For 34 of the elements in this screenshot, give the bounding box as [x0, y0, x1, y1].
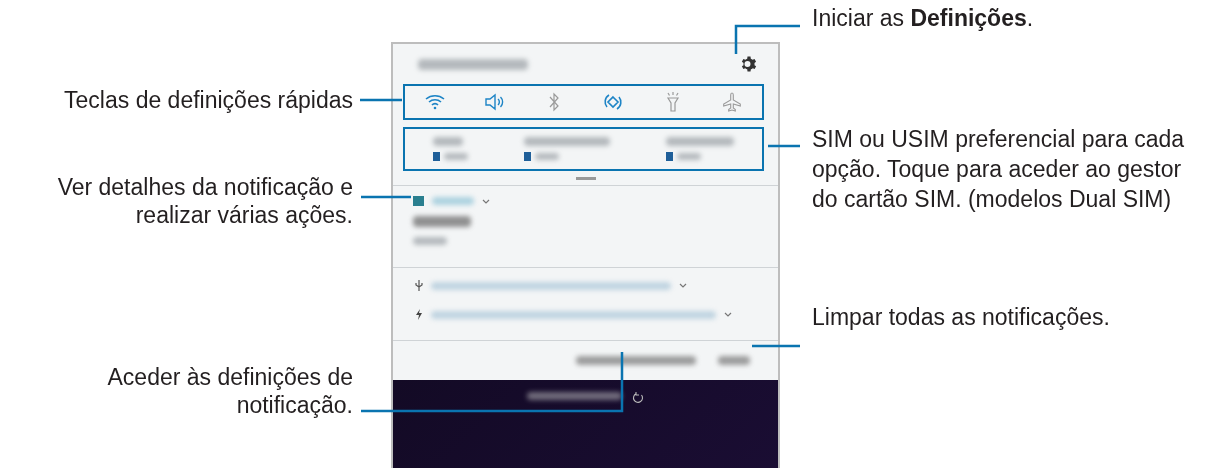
sim-card-icon — [524, 152, 531, 161]
blurred-text — [433, 137, 463, 146]
rotation-icon[interactable] — [602, 91, 625, 113]
lightning-icon — [415, 309, 423, 320]
chevron-down-icon[interactable] — [482, 198, 490, 204]
airplane-icon[interactable] — [721, 91, 744, 113]
chevron-down-icon[interactable] — [724, 312, 732, 317]
leader-line — [734, 24, 800, 54]
leader-line — [361, 195, 411, 199]
speaker-icon[interactable] — [483, 91, 506, 113]
blurred-text — [535, 153, 559, 160]
callout-text: SIM ou USIM preferencial para cada opção. Toque para aceder ao gestor do cartão SIM. (modelos Dual SIM) — [812, 125, 1185, 214]
blurred-text — [413, 216, 471, 227]
blurred-text — [413, 237, 447, 245]
blurred-text — [432, 197, 474, 205]
refresh-icon — [632, 392, 644, 404]
calendar-icon — [413, 196, 424, 206]
sim-card-icon — [433, 152, 440, 161]
blurred-text — [444, 153, 468, 160]
leader-line — [768, 144, 800, 148]
blurred-text — [677, 153, 701, 160]
callout-text: Teclas de definições rápidas — [63, 86, 353, 114]
settings-icon[interactable] — [740, 55, 758, 73]
callout-text: Aceder às definições de notificação. — [106, 363, 353, 419]
blurred-button[interactable] — [576, 356, 696, 365]
callout-text: Ver detalhes da notificação e realizar várias ações. — [56, 173, 353, 229]
usb-icon — [415, 280, 423, 291]
callout-text: Iniciar as Definições. — [812, 4, 1035, 33]
blurred-text — [666, 137, 734, 146]
callout-text: Limpar todas as notificações. — [812, 303, 1111, 332]
sim-card-icon — [666, 152, 673, 161]
chevron-down-icon[interactable] — [679, 283, 687, 288]
drag-handle[interactable] — [575, 177, 596, 180]
leader-line — [752, 344, 800, 348]
